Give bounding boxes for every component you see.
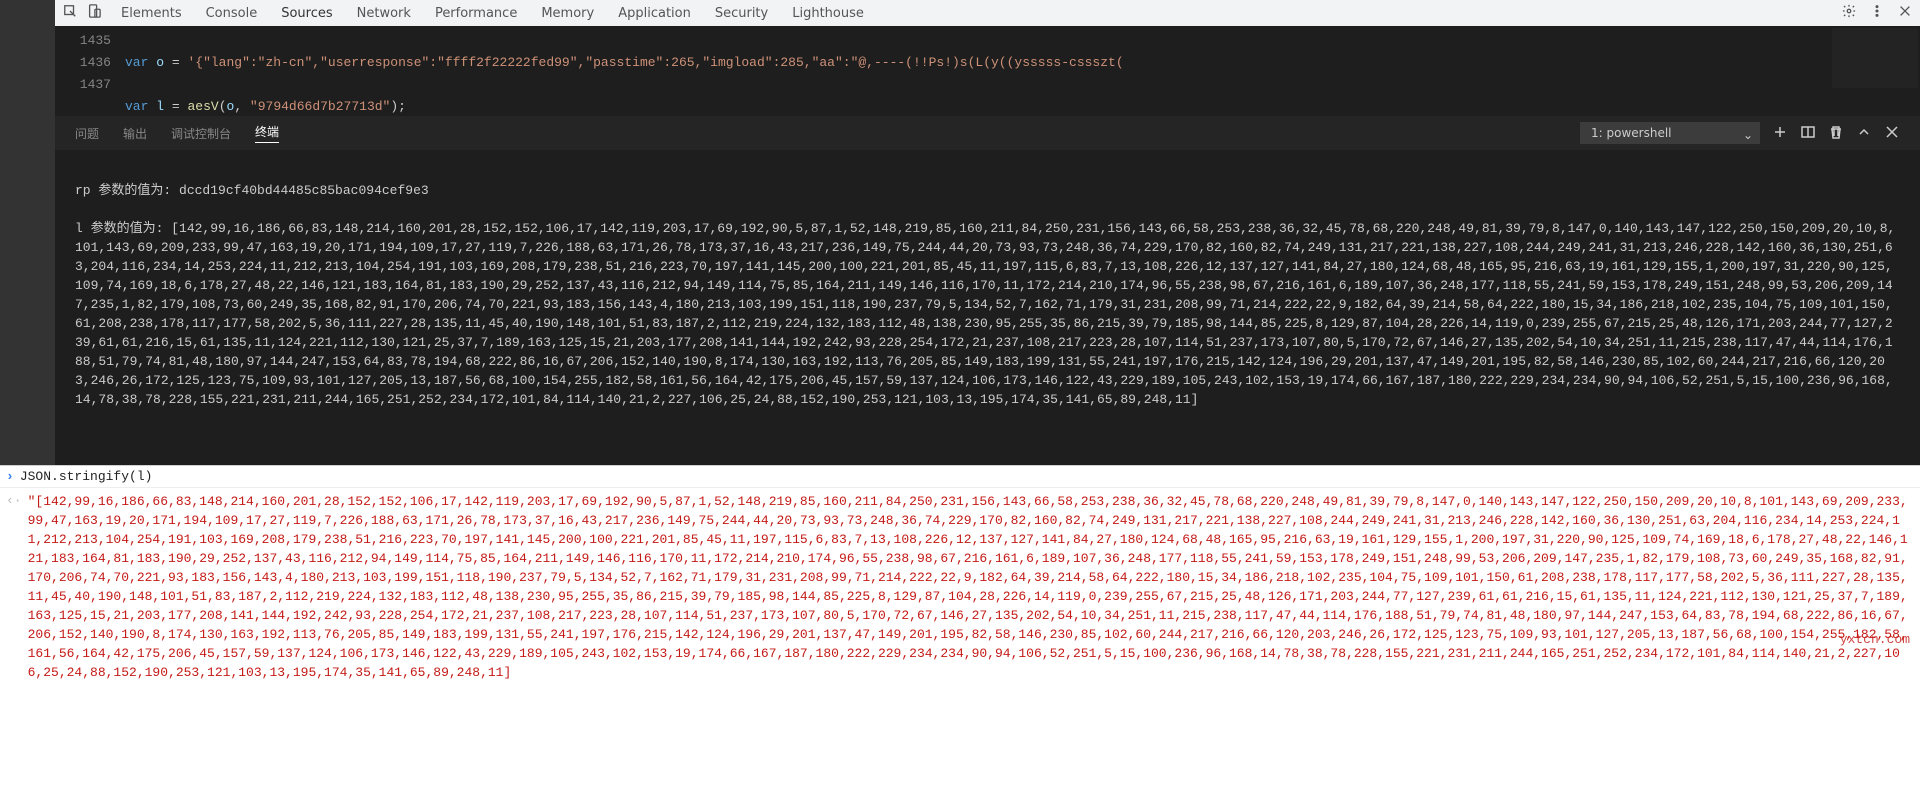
code-content[interactable]: var o = '{"lang":"zh-cn","userresponse":… [125,26,1830,116]
devtools-menu-icon[interactable] [1870,4,1884,22]
console-input-chevron-icon: › [6,469,14,484]
tab-security[interactable]: Security [715,6,768,21]
code-editor[interactable]: 1435 1436 1437 var o = '{"lang":"zh-cn",… [55,26,1920,116]
devtools-tabbar: Elements Console Sources Network Perform… [55,0,1920,26]
devtools-close-icon[interactable] [1898,4,1912,22]
tab-console[interactable]: Console [206,6,258,21]
kill-terminal-icon[interactable] [1828,124,1844,143]
tab-lighthouse[interactable]: Lighthouse [792,6,864,21]
console-output-chevron-icon: ‹· [6,493,22,682]
watermark: yxtcn.com [1840,632,1910,647]
devtools-tabs: Elements Console Sources Network Perform… [121,6,864,21]
tab-performance[interactable]: Performance [435,6,517,21]
tab-application[interactable]: Application [618,6,691,21]
close-panel-icon[interactable] [1884,124,1900,143]
devtools-console: › JSON.stringify(l) ‹· "[142,99,16,186,6… [0,465,1920,807]
maximize-panel-icon[interactable] [1856,124,1872,143]
terminal-dropdown[interactable]: 1: powershell ⌄ [1580,122,1760,144]
console-output-value: "[142,99,16,186,66,83,148,214,160,201,28… [28,492,1914,682]
panel-tab-problems[interactable]: 问题 [75,125,99,142]
tab-sources[interactable]: Sources [281,6,332,21]
tab-memory[interactable]: Memory [541,6,594,21]
split-terminal-icon[interactable] [1800,124,1816,143]
panel-tab-debug[interactable]: 调试控制台 [171,125,231,142]
console-output-row: ‹· "[142,99,16,186,66,83,148,214,160,201… [0,488,1920,686]
panel-tab-output[interactable]: 输出 [123,125,147,142]
tab-elements[interactable]: Elements [121,6,182,21]
devtools-settings-icon[interactable] [1842,4,1856,22]
new-terminal-icon[interactable] [1772,124,1788,143]
line-gutter: 1435 1436 1437 [55,26,125,116]
panel-tabbar: 问题 输出 调试控制台 终端 1: powershell ⌄ [55,116,1920,150]
terminal-output[interactable]: rp 参数的值为: dccd19cf40bd44485c85bac094cef9… [55,150,1920,465]
panel-tab-terminal[interactable]: 终端 [255,123,279,143]
device-toggle-icon[interactable] [87,4,101,22]
chevron-down-icon: ⌄ [1743,128,1753,142]
minimap[interactable] [1830,26,1920,116]
console-input-row[interactable]: › JSON.stringify(l) [0,466,1920,488]
inspect-icon[interactable] [63,4,77,22]
console-input-expr: JSON.stringify(l) [20,469,153,484]
tab-network[interactable]: Network [357,6,411,21]
